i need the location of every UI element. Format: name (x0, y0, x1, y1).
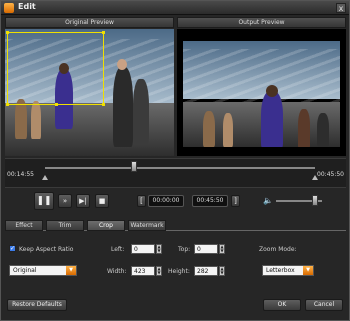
zoom-mode-select[interactable]: Letterbox ▼ (262, 265, 314, 276)
tab-watermark[interactable]: Watermark (128, 220, 166, 231)
left-input[interactable]: 0 (131, 244, 155, 254)
zoom-mode-label: Zoom Mode: (259, 246, 297, 253)
tab-crop[interactable]: Crop (87, 220, 125, 231)
keep-aspect-checkbox[interactable]: ✓ (9, 245, 16, 252)
edit-window: Edit x Original Preview Output Preview 0… (0, 0, 350, 321)
volume-icon: 🔈 (263, 196, 273, 205)
zoom-mode-value: Letterbox (266, 267, 295, 274)
restore-defaults-button[interactable]: Restore Defaults (7, 299, 67, 311)
app-logo-icon (4, 3, 14, 13)
chevron-down-icon: ▼ (66, 266, 76, 275)
fast-forward-button[interactable]: » (58, 194, 72, 208)
timeline-playhead[interactable] (131, 161, 138, 172)
tab-effect[interactable]: Effect (5, 220, 43, 231)
timeline-track[interactable] (45, 167, 315, 169)
crop-selection-box[interactable] (6, 31, 105, 106)
start-time-field[interactable]: 00:00:00 (148, 195, 184, 207)
trim-start-marker[interactable] (42, 175, 48, 180)
cancel-button[interactable]: Cancel (305, 299, 343, 311)
timeline-start-time: 00:14:55 (7, 171, 34, 178)
transport-controls: ❚❚ » ▶| ■ [ 00:00:00 00:45:50 ] 🔈 (5, 190, 346, 214)
keep-aspect-label: Keep Aspect Ratio (19, 246, 74, 253)
original-preview-video (5, 29, 174, 156)
close-button[interactable]: x (336, 3, 346, 13)
left-spinner[interactable]: ▲ ▼ (156, 244, 162, 254)
timeline: 00:14:55 00:45:50 (5, 158, 346, 188)
original-preview-header: Original Preview (5, 17, 174, 28)
height-label: Height: (168, 268, 190, 275)
aspect-ratio-select[interactable]: Original ▼ (9, 265, 77, 276)
stop-button[interactable]: ■ (95, 194, 109, 208)
timeline-end-time: 00:45:50 (317, 171, 344, 178)
set-end-button[interactable]: ] (231, 195, 240, 207)
title-bar: Edit x (1, 1, 349, 15)
edit-tabs: Effect Trim Crop Watermark (5, 220, 346, 231)
ok-button[interactable]: OK (263, 299, 301, 311)
width-label: Width: (107, 268, 127, 275)
height-spinner[interactable]: ▲ ▼ (219, 266, 225, 276)
person-figure (261, 91, 283, 147)
volume-slider-thumb[interactable] (312, 195, 319, 206)
chevron-down-icon: ▼ (303, 266, 313, 275)
set-start-button[interactable]: [ (137, 195, 146, 207)
next-frame-button[interactable]: ▶| (76, 194, 90, 208)
aspect-ratio-value: Original (13, 267, 37, 274)
top-input[interactable]: 0 (194, 244, 218, 254)
width-spinner[interactable]: ▲ ▼ (156, 266, 162, 276)
output-preview-video (177, 29, 346, 156)
height-input[interactable]: 282 (194, 266, 218, 276)
tab-trim[interactable]: Trim (46, 220, 84, 231)
left-label: Left: (111, 246, 125, 253)
output-preview-header: Output Preview (177, 17, 346, 28)
width-input[interactable]: 423 (131, 266, 155, 276)
pause-button[interactable]: ❚❚ (34, 192, 54, 210)
top-spinner[interactable]: ▲ ▼ (219, 244, 225, 254)
top-label: Top: (178, 246, 191, 253)
end-time-field[interactable]: 00:45:50 (192, 195, 228, 207)
window-title: Edit (18, 2, 36, 11)
